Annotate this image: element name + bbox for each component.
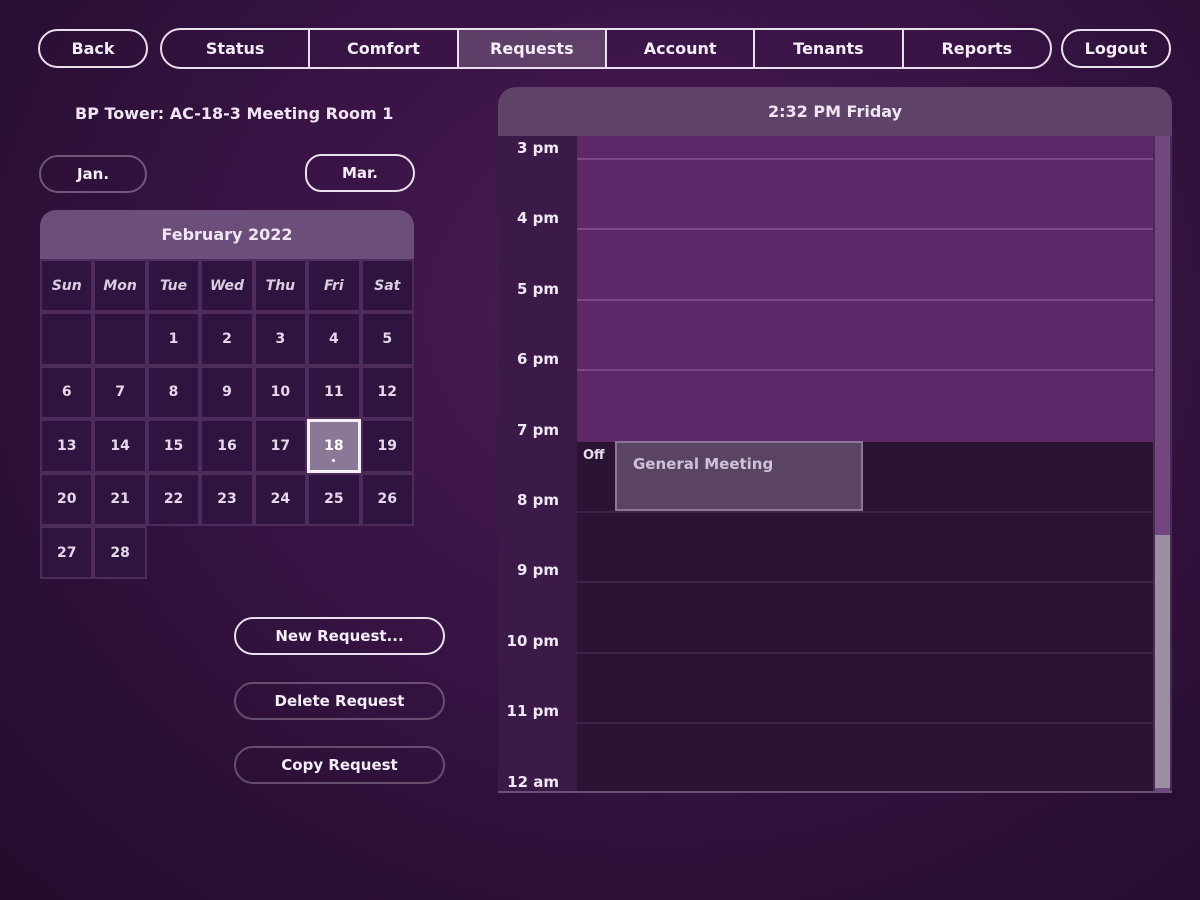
hour-divider bbox=[577, 581, 1153, 584]
calendar-day[interactable]: 26 bbox=[360, 472, 414, 526]
hour-label: 9 pm bbox=[516, 561, 559, 580]
weekday-header: Thu bbox=[253, 259, 308, 313]
calendar-day[interactable]: 11 bbox=[307, 365, 361, 420]
calendar-day[interactable]: 14 bbox=[93, 419, 147, 473]
unoccupied-period[interactable] bbox=[577, 136, 1153, 442]
calendar-empty-cell bbox=[254, 526, 307, 579]
calendar-empty-cell bbox=[93, 312, 147, 366]
copy-request-button[interactable]: Copy Request bbox=[234, 746, 445, 784]
calendar-day[interactable]: 8 bbox=[146, 365, 201, 420]
calendar-day[interactable]: 16 bbox=[200, 419, 254, 473]
weekday-header: Tue bbox=[146, 259, 201, 313]
calendar-day[interactable]: 25 bbox=[307, 472, 361, 526]
calendar-day[interactable]: 23 bbox=[200, 472, 254, 526]
calendar-empty-cell bbox=[147, 526, 200, 579]
calendar-day[interactable]: 4 bbox=[307, 312, 361, 366]
calendar-day[interactable]: 5 bbox=[360, 312, 414, 366]
calendar-day[interactable]: 13 bbox=[40, 419, 94, 473]
room-title: BP Tower: AC-18-3 Meeting Room 1 bbox=[75, 104, 394, 123]
calendar-day[interactable]: 28 bbox=[93, 525, 147, 580]
event-title: General Meeting bbox=[633, 455, 774, 473]
hour-divider bbox=[577, 511, 1153, 513]
tab-reports[interactable]: Reports bbox=[904, 30, 1050, 67]
weekday-header: Fri bbox=[307, 259, 361, 313]
weekday-header: Mon bbox=[93, 259, 147, 313]
hour-divider bbox=[577, 651, 1153, 654]
calendar-day[interactable]: 9 bbox=[200, 365, 254, 420]
hour-divider bbox=[577, 369, 1153, 372]
main-nav: Status Comfort Requests Account Tenants Repor… bbox=[160, 28, 1052, 69]
calendar-empty-cell bbox=[307, 526, 360, 579]
calendar-empty-cell bbox=[200, 526, 253, 579]
hour-label: 11 pm bbox=[506, 702, 559, 721]
off-label: Off bbox=[583, 448, 605, 463]
calendar-day[interactable]: 6 bbox=[40, 365, 94, 420]
hour-label: 3 pm bbox=[516, 139, 559, 157]
calendar-day[interactable]: 22 bbox=[146, 472, 201, 526]
calendar-day[interactable]: 10 bbox=[253, 365, 308, 420]
hour-label: 5 pm bbox=[516, 279, 559, 298]
schedule-scrollbar-thumb[interactable] bbox=[1155, 535, 1170, 788]
calendar-grid: Sun Mon Tue Wed Thu Fri Sat 1 2 3 4 5 6 7 8 9 10 11 12 13 14… bbox=[40, 259, 414, 580]
prev-month-button[interactable]: Jan. bbox=[39, 155, 147, 193]
logout-button[interactable]: Logout bbox=[1061, 29, 1171, 68]
time-column: 3 pm 4 pm 5 pm 6 pm 7 pm 8 pm 9 pm 10 pm 11 pm 12… bbox=[498, 136, 577, 791]
calendar-day[interactable]: 24 bbox=[253, 472, 308, 526]
hour-label: 7 pm bbox=[516, 420, 559, 439]
hour-divider bbox=[577, 228, 1153, 231]
calendar-empty-cell bbox=[361, 526, 414, 579]
delete-request-button[interactable]: Delete Request bbox=[234, 682, 445, 720]
calendar-day[interactable]: 1 bbox=[146, 312, 201, 366]
calendar-day[interactable]: 21 bbox=[93, 472, 147, 526]
new-request-button[interactable]: New Request... bbox=[234, 617, 445, 655]
weekday-header: Sun bbox=[40, 259, 94, 313]
calendar-day[interactable]: 17 bbox=[253, 419, 308, 473]
calendar-empty-cell bbox=[40, 312, 94, 366]
tab-requests[interactable]: Requests bbox=[458, 30, 607, 67]
weekday-header: Sat bbox=[360, 259, 414, 313]
hour-label: 8 pm bbox=[516, 491, 559, 509]
schedule-header: 2:32 PM Friday bbox=[498, 87, 1172, 136]
tab-status[interactable]: Status bbox=[162, 30, 311, 67]
calendar-day-selected[interactable]: 18 bbox=[307, 419, 361, 473]
calendar-day[interactable]: 3 bbox=[253, 312, 308, 366]
calendar-day[interactable]: 15 bbox=[146, 419, 201, 473]
calendar-day[interactable]: 19 bbox=[360, 419, 414, 473]
hour-divider bbox=[577, 158, 1153, 160]
event-block[interactable]: General Meeting bbox=[615, 441, 863, 511]
tab-comfort[interactable]: Comfort bbox=[310, 30, 459, 67]
calendar-day[interactable]: 12 bbox=[360, 365, 414, 420]
hour-label: 6 pm bbox=[516, 350, 559, 369]
tab-account[interactable]: Account bbox=[607, 30, 756, 67]
calendar-day[interactable]: 7 bbox=[93, 365, 147, 420]
next-month-button[interactable]: Mar. bbox=[305, 154, 415, 192]
calendar-day[interactable]: 2 bbox=[200, 312, 254, 366]
hour-label: 10 pm bbox=[506, 631, 559, 650]
hour-label: 12 am bbox=[507, 772, 559, 791]
day-schedule: 2:32 PM Friday 3 pm 4 pm 5 pm 6 pm 7 pm 8 pm 9… bbox=[498, 87, 1172, 793]
calendar-day[interactable]: 20 bbox=[40, 472, 94, 526]
back-button[interactable]: Back bbox=[38, 29, 148, 68]
calendar-day[interactable]: 27 bbox=[40, 525, 94, 580]
tab-tenants[interactable]: Tenants bbox=[755, 30, 904, 67]
calendar-month-title: February 2022 bbox=[40, 210, 414, 259]
weekday-header: Wed bbox=[200, 259, 254, 313]
hour-label: 4 pm bbox=[516, 209, 559, 228]
hour-divider bbox=[577, 722, 1153, 725]
hour-divider bbox=[577, 298, 1153, 301]
